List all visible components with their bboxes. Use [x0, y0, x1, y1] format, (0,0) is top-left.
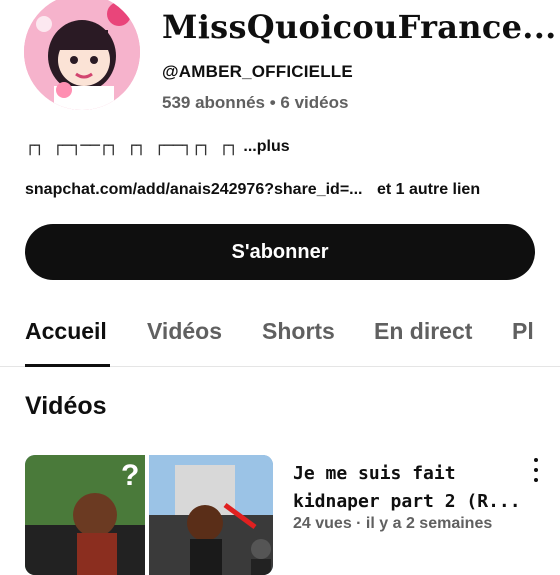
- video-meta: 24 vues · il y a 2 semaines: [293, 515, 493, 532]
- channel-name: MissQuoicouFrance...: [162, 8, 557, 46]
- active-tab-indicator: [25, 364, 110, 367]
- more-links-link[interactable]: et 1 autre lien: [377, 181, 480, 198]
- channel-avatar[interactable]: [24, 0, 140, 110]
- video-title[interactable]: Je me suis fait kidnaper part 2 (R...: [293, 460, 523, 516]
- channel-description[interactable]: ┌┐ ┌─┐──┌┐ ┌┐ ┌──┐┌┐ ┌┐ ...plus: [25, 136, 290, 156]
- svg-text:?: ?: [121, 459, 139, 492]
- section-title: Vidéos: [25, 392, 107, 420]
- tab-playlists[interactable]: Pl: [512, 318, 534, 345]
- thumbnail-image: ?: [25, 455, 273, 575]
- tab-accueil[interactable]: Accueil: [25, 318, 107, 345]
- tab-en-direct[interactable]: En direct: [374, 318, 472, 345]
- channel-links: snapchat.com/add/anais242976?share_id=..…: [25, 181, 480, 199]
- more-link[interactable]: ...plus: [243, 138, 289, 156]
- avatar-image: [24, 0, 140, 110]
- channel-handle: @AMBER_OFFICIELLE: [162, 62, 353, 81]
- subscribe-button[interactable]: S'abonner: [25, 224, 535, 280]
- snapchat-link[interactable]: snapchat.com/add/anais242976?share_id=..…: [25, 181, 363, 198]
- description-text: ┌┐ ┌─┐──┌┐ ┌┐ ┌──┐┌┐ ┌┐: [25, 136, 238, 156]
- channel-stats: 539 abonnés • 6 vidéos: [162, 93, 349, 112]
- more-vert-icon[interactable]: [528, 458, 544, 482]
- tab-videos[interactable]: Vidéos: [147, 318, 222, 345]
- tab-shorts[interactable]: Shorts: [262, 318, 335, 345]
- video-thumbnail[interactable]: ?: [25, 455, 273, 575]
- channel-tabs: Accueil Vidéos Shorts En direct Pl: [0, 300, 560, 367]
